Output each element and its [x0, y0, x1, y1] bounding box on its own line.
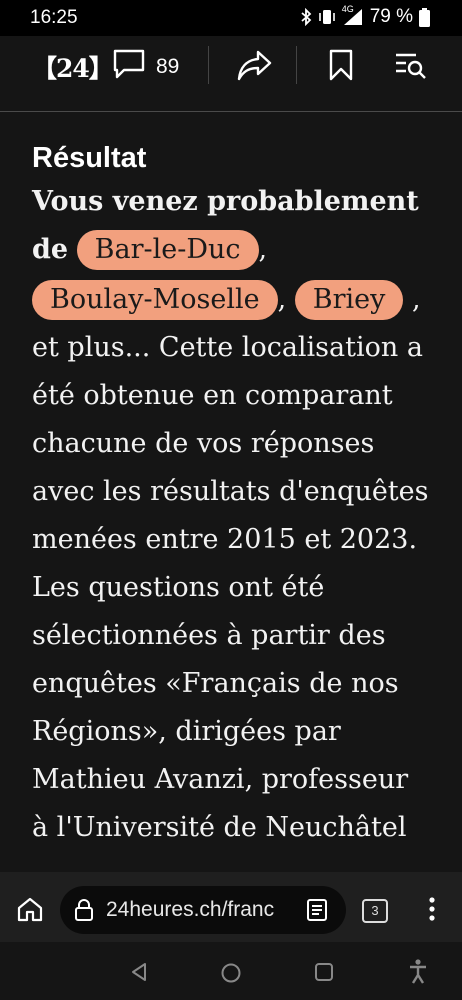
url-text[interactable]: 24heures.ch/franc: [106, 898, 290, 922]
battery-text: 79 %: [369, 6, 413, 27]
location-pill[interactable]: Bar-le-Duc: [76, 230, 259, 270]
recents-icon[interactable]: [314, 962, 334, 987]
battery-icon: [419, 7, 430, 27]
location-pill[interactable]: Boulay-Moselle: [32, 280, 278, 320]
article-toolbar: 【24】 89: [0, 36, 462, 112]
separator: ,: [277, 284, 287, 315]
bookmark-button[interactable]: [328, 48, 354, 87]
site-logo[interactable]: 【24】: [32, 49, 114, 83]
more-button[interactable]: [428, 896, 436, 927]
browser-url-bar: 24heures.ch/franc 3: [0, 876, 462, 942]
result-heading: Résultat: [32, 142, 147, 174]
home-circle-icon[interactable]: [220, 962, 242, 989]
network-label: 4G: [341, 4, 354, 14]
comments-button[interactable]: 89: [112, 48, 179, 85]
bluetooth-icon: [300, 8, 312, 26]
vibrate-icon: [318, 8, 336, 26]
body-text: , et plus... Cette localisation a été ob…: [32, 284, 429, 843]
signal-icon: 4G: [342, 4, 364, 26]
more-icon: [428, 897, 436, 926]
location-pill[interactable]: Briey: [294, 280, 404, 320]
url-field[interactable]: 24heures.ch/franc: [60, 886, 346, 934]
home-button[interactable]: [16, 896, 44, 927]
menu-search-button[interactable]: [394, 50, 430, 85]
toolbar-divider: [208, 46, 209, 84]
toolbar-divider: [296, 46, 297, 84]
comment-count: 89: [156, 54, 180, 78]
comment-icon: [112, 48, 146, 85]
system-nav-bar: [0, 942, 462, 1000]
home-icon: [16, 897, 44, 926]
share-button[interactable]: [236, 48, 274, 87]
menu-search-icon: [394, 53, 430, 84]
status-bar: 16:25 4G 79 %: [0, 0, 462, 36]
separator: ,: [258, 234, 268, 265]
status-time: 16:25: [30, 7, 78, 28]
share-icon: [236, 50, 274, 86]
tabs-button[interactable]: 3: [362, 899, 388, 923]
lock-icon: [74, 898, 94, 927]
bookmark-icon: [328, 49, 354, 86]
back-icon[interactable]: [130, 962, 148, 987]
article-body: Résultat Vous venez probablement de Bar-…: [32, 138, 432, 852]
status-icons: 4G 79 %: [300, 4, 430, 28]
reader-mode-icon[interactable]: [306, 898, 328, 927]
accessibility-icon[interactable]: [408, 958, 428, 989]
